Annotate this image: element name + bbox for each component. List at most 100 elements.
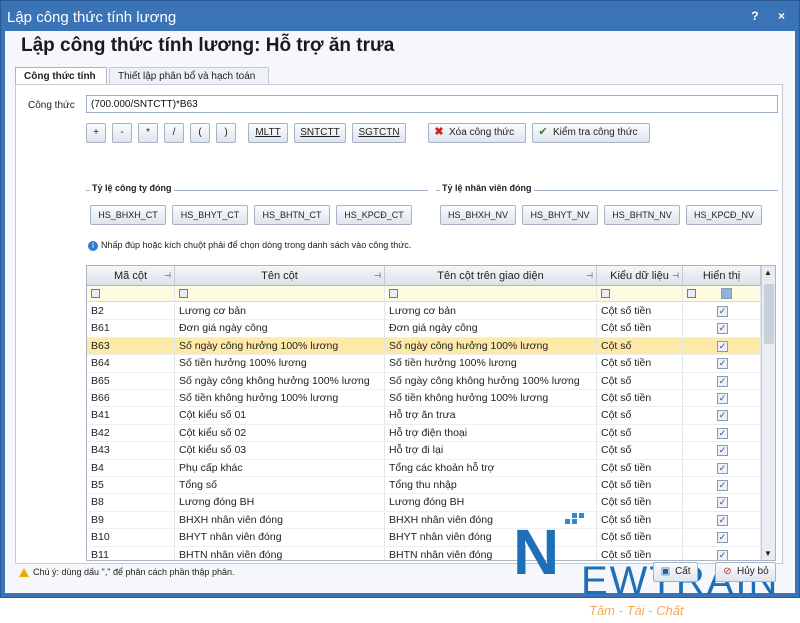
filter-checkbox[interactable] bbox=[721, 288, 732, 299]
close-button[interactable]: × bbox=[778, 9, 793, 23]
cell-data-type: Cột số bbox=[597, 337, 683, 355]
grid-filter-row bbox=[87, 286, 761, 302]
table-row[interactable]: B8 Lương đóng BH Lương đóng BH Cột số tiền ✓ bbox=[87, 494, 761, 512]
header-ui-name[interactable]: Tên cột trên giao diện ⊣ bbox=[385, 266, 597, 286]
tab-allocation[interactable]: Thiết lập phân bổ và hạch toán bbox=[109, 67, 269, 85]
hs-kpcd-ct-button[interactable]: HS_KPCĐ_CT bbox=[336, 205, 412, 225]
header-visible[interactable]: Hiển thị bbox=[683, 266, 761, 286]
divide-button[interactable]: / bbox=[164, 123, 184, 143]
cell-ui-name: Số tiền không hưởng 100% lương bbox=[385, 390, 597, 407]
filter-icon[interactable] bbox=[179, 289, 188, 298]
cell-visible: ✓ bbox=[683, 407, 761, 425]
pin-icon[interactable]: ⊣ bbox=[164, 266, 171, 286]
cell-column-name: Cột kiểu số 03 bbox=[175, 442, 385, 460]
cell-column-name: Cột kiểu số 01 bbox=[175, 407, 385, 425]
cell-column-name: Số tiền hưởng 100% lương bbox=[175, 355, 385, 373]
cell-column-name: BHTN nhân viên đóng bbox=[175, 546, 385, 560]
cell-column-name: BHXH nhân viên đóng bbox=[175, 511, 385, 529]
cell-column-code: B4 bbox=[87, 459, 175, 477]
minus-button[interactable]: - bbox=[112, 123, 132, 143]
tab-formula[interactable]: Công thức tính bbox=[15, 67, 107, 85]
table-row[interactable]: B42 Cột kiểu số 02 Hỗ trợ điện thoại Cột số… bbox=[87, 424, 761, 443]
table-row[interactable]: B61 Đơn giá ngày công Đơn giá ngày công Cột… bbox=[87, 320, 761, 338]
table-row[interactable]: B64 Số tiền hưởng 100% lương Số tiền hưởng… bbox=[87, 355, 761, 373]
visible-checkbox[interactable]: ✓ bbox=[717, 358, 728, 370]
filter-icon[interactable] bbox=[687, 289, 696, 298]
visible-checkbox[interactable]: ✓ bbox=[717, 445, 728, 457]
filter-cell[interactable] bbox=[683, 286, 761, 302]
visible-checkbox[interactable]: ✓ bbox=[717, 323, 728, 335]
filter-cell[interactable] bbox=[597, 286, 683, 302]
filter-cell[interactable] bbox=[175, 286, 385, 302]
cell-visible: ✓ bbox=[683, 494, 761, 512]
table-row[interactable]: B63 Số ngày công hưởng 100% lương Số ngày … bbox=[87, 337, 761, 356]
close-paren-button[interactable]: ) bbox=[216, 123, 236, 143]
cell-data-type: Cột số tiền bbox=[597, 459, 683, 477]
cancel-button[interactable]: ⊘ Hủy bỏ bbox=[715, 562, 776, 582]
visible-checkbox[interactable]: ✓ bbox=[717, 497, 728, 509]
cell-column-name: Tổng số bbox=[175, 477, 385, 494]
hs-bhyt-ct-button[interactable]: HS_BHYT_CT bbox=[172, 205, 248, 225]
filter-icon[interactable] bbox=[601, 289, 610, 298]
table-row[interactable]: B41 Cột kiểu số 01 Hỗ trợ ăn trưa Cột số ✓ bbox=[87, 407, 761, 425]
visible-checkbox[interactable]: ✓ bbox=[717, 393, 728, 404]
table-row[interactable]: B2 Lương cơ bản Lương cơ bản Cột số tiền ✓ bbox=[87, 303, 761, 321]
hs-bhyt-nv-button[interactable]: HS_BHYT_NV bbox=[522, 205, 598, 225]
cell-visible: ✓ bbox=[683, 320, 761, 338]
visible-checkbox[interactable]: ✓ bbox=[717, 480, 728, 491]
visible-checkbox[interactable]: ✓ bbox=[717, 462, 728, 474]
visible-checkbox[interactable]: ✓ bbox=[717, 427, 728, 439]
scroll-up-icon[interactable]: ▲ bbox=[764, 268, 772, 277]
hs-bhtn-nv-button[interactable]: HS_BHTN_NV bbox=[604, 205, 680, 225]
filter-cell[interactable] bbox=[385, 286, 597, 302]
cell-ui-name: Số tiền hưởng 100% lương bbox=[385, 355, 597, 373]
filter-icon[interactable] bbox=[389, 289, 398, 298]
clear-formula-button[interactable]: ✖ Xóa công thức bbox=[428, 123, 526, 143]
cancel-label: Hủy bỏ bbox=[737, 566, 769, 577]
help-button[interactable]: ? bbox=[751, 9, 766, 23]
cell-column-code: B41 bbox=[87, 407, 175, 425]
filter-icon[interactable] bbox=[91, 289, 100, 298]
table-row[interactable]: B65 Số ngày công không hưởng 100% lương Số… bbox=[87, 372, 761, 390]
hs-kpcd-nv-button[interactable]: HS_KPCĐ_NV bbox=[686, 205, 762, 225]
pin-icon[interactable]: ⊣ bbox=[672, 266, 679, 286]
cell-data-type: Cột số bbox=[597, 372, 683, 390]
page-title: Lập công thức tính lương: Hỗ trợ ăn trưa bbox=[21, 35, 395, 56]
hs-bhxh-nv-button[interactable]: HS_BHXH_NV bbox=[440, 205, 516, 225]
table-row[interactable]: B4 Phụ cấp khác Tổng các khoản hỗ trợ Cột s… bbox=[87, 459, 761, 477]
sntctt-button[interactable]: SNTCTT bbox=[294, 123, 346, 143]
header-column-name[interactable]: Tên cột ⊣ bbox=[175, 266, 385, 286]
plus-button[interactable]: + bbox=[86, 123, 106, 143]
formula-label: Công thức bbox=[28, 100, 75, 111]
scroll-thumb[interactable] bbox=[764, 284, 774, 344]
cell-data-type: Cột số bbox=[597, 407, 683, 425]
dialog-body: Lập công thức tính lương: Hỗ trợ ăn trưa… bbox=[5, 31, 795, 618]
mltt-button[interactable]: MLTT bbox=[248, 123, 288, 143]
formula-input[interactable] bbox=[86, 95, 778, 113]
table-row[interactable]: B66 Số tiền không hưởng 100% lương Số tiền… bbox=[87, 390, 761, 408]
visible-checkbox[interactable]: ✓ bbox=[717, 375, 728, 387]
header-label: Kiểu dữ liệu bbox=[610, 270, 669, 282]
table-row[interactable]: B43 Cột kiểu số 03 Hỗ trợ đi lại Cột số ✓ bbox=[87, 442, 761, 460]
visible-checkbox[interactable]: ✓ bbox=[717, 340, 728, 352]
multiply-button[interactable]: * bbox=[138, 123, 158, 143]
sgtctn-button[interactable]: SGTCTN bbox=[352, 123, 406, 143]
hs-bhtn-ct-button[interactable]: HS_BHTN_CT bbox=[254, 205, 330, 225]
pin-icon[interactable]: ⊣ bbox=[586, 266, 593, 286]
table-row[interactable]: B5 Tổng số Tổng thu nhập Cột số tiền ✓ bbox=[87, 477, 761, 495]
cell-ui-name: Hỗ trợ ăn trưa bbox=[385, 407, 597, 425]
hs-bhxh-ct-button[interactable]: HS_BHXH_CT bbox=[90, 205, 166, 225]
filter-cell[interactable] bbox=[87, 286, 175, 302]
check-formula-button[interactable]: ✔ Kiểm tra công thức bbox=[532, 123, 650, 143]
cell-data-type: Cột số tiền bbox=[597, 477, 683, 494]
visible-checkbox[interactable]: ✓ bbox=[717, 306, 728, 317]
header-data-type[interactable]: Kiểu dữ liệu ⊣ bbox=[597, 266, 683, 286]
cell-ui-name: Đơn giá ngày công bbox=[385, 320, 597, 338]
visible-checkbox[interactable]: ✓ bbox=[717, 410, 728, 422]
header-column-code[interactable]: Mã cột ⊣ bbox=[87, 266, 175, 286]
tab-panel-formula: Công thức + - * / ( ) MLTT SNTCTT SGTCTN… bbox=[15, 84, 783, 564]
save-button[interactable]: ▣ Cất bbox=[653, 562, 698, 582]
pin-icon[interactable]: ⊣ bbox=[374, 266, 381, 286]
cell-ui-name: Lương cơ bản bbox=[385, 303, 597, 320]
open-paren-button[interactable]: ( bbox=[190, 123, 210, 143]
